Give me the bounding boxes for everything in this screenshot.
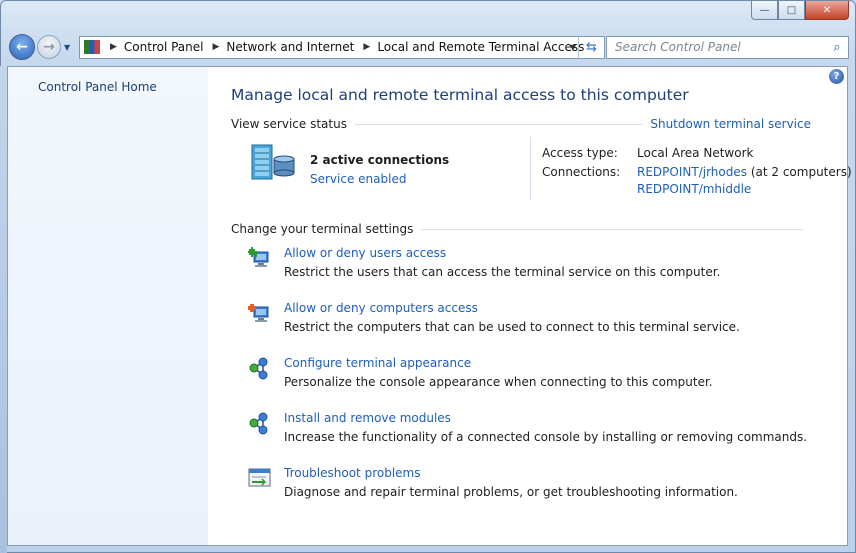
shutdown-terminal-service-link[interactable]: Shutdown terminal service xyxy=(650,117,811,131)
change-terminal-settings-label: Change your terminal settings xyxy=(231,222,414,236)
connection-link[interactable]: REDPOINT/mhiddle xyxy=(637,182,751,196)
chevron-right-icon[interactable]: ▶ xyxy=(110,42,117,52)
chevron-right-icon[interactable]: ▶ xyxy=(363,42,370,52)
service-status-panel: 2 active connections Service enabled Acc… xyxy=(230,137,852,203)
maximize-button[interactable]: □ xyxy=(778,1,805,20)
address-bar[interactable]: ▶ Control Panel ▶ Network and Internet ▶… xyxy=(79,35,605,59)
task-description: Restrict the computers that can be used … xyxy=(284,320,740,334)
network-nodes-icon xyxy=(249,412,268,435)
divider xyxy=(421,228,803,230)
task-description: Personalize the console appearance when … xyxy=(284,375,713,389)
help-icon[interactable]: ? xyxy=(829,69,844,84)
breadcrumb-control-panel[interactable]: Control Panel xyxy=(124,40,204,54)
address-dropdown-icon[interactable]: ▼ xyxy=(570,43,576,52)
page-title: Manage local and remote terminal access … xyxy=(231,86,689,104)
connection-link[interactable]: REDPOINT/jrhodes xyxy=(637,165,747,179)
computers-access-icon xyxy=(248,304,269,322)
refresh-icon[interactable]: ⇆ xyxy=(578,36,604,58)
task-troubleshoot: Troubleshoot problems Diagnose and repai… xyxy=(248,466,818,506)
chevron-right-icon[interactable]: ▶ xyxy=(213,42,220,52)
search-box[interactable]: Search Control Panel ⌕ xyxy=(606,35,849,59)
task-allow-users: Allow or deny users access Restrict the … xyxy=(248,246,818,286)
divider xyxy=(354,123,643,125)
divider xyxy=(530,137,531,200)
navigation-bar: ← → ▼ ▶ Control Panel ▶ Network and Inte… xyxy=(9,33,849,61)
connections-list: REDPOINT/jrhodes (at 2 computers) xyxy=(637,165,852,179)
troubleshoot-problems-link[interactable]: Troubleshoot problems xyxy=(284,466,420,480)
service-status-header: View service status Shutdown terminal se… xyxy=(231,117,811,131)
control-panel-home-link[interactable]: Control Panel Home xyxy=(38,80,157,94)
minimize-button[interactable]: — xyxy=(751,1,778,20)
allow-deny-computers-link[interactable]: Allow or deny computers access xyxy=(284,301,478,315)
server-icon xyxy=(251,144,295,180)
task-description: Diagnose and repair terminal problems, o… xyxy=(284,485,738,499)
task-install-modules: Install and remove modules Increase the … xyxy=(248,411,818,451)
connections-label: Connections: xyxy=(542,165,621,179)
network-nodes-icon xyxy=(249,357,268,380)
caption-buttons: — □ ✕ xyxy=(751,1,849,20)
window-border xyxy=(0,66,7,553)
active-connections-count: 2 active connections xyxy=(310,153,450,167)
troubleshoot-icon xyxy=(248,468,271,487)
configure-terminal-appearance-link[interactable]: Configure terminal appearance xyxy=(284,356,471,370)
view-service-status-label: View service status xyxy=(231,117,347,131)
task-description: Restrict the users that can access the t… xyxy=(284,265,721,279)
close-button[interactable]: ✕ xyxy=(805,1,849,20)
arrow-right-icon: → xyxy=(43,39,55,55)
breadcrumb-network-and-internet[interactable]: Network and Internet xyxy=(226,40,354,54)
access-type-label: Access type: xyxy=(542,146,618,160)
terminal-settings-header: Change your terminal settings xyxy=(231,222,811,236)
task-description: Increase the functionality of a connecte… xyxy=(284,430,808,444)
service-enabled-link[interactable]: Service enabled xyxy=(310,172,406,186)
install-remove-modules-link[interactable]: Install and remove modules xyxy=(284,411,451,425)
task-allow-computers: Allow or deny computers access Restrict … xyxy=(248,301,818,341)
recent-pages-dropdown[interactable]: ▼ xyxy=(64,43,70,52)
task-configure-appearance: Configure terminal appearance Personaliz… xyxy=(248,356,818,396)
forward-button[interactable]: → xyxy=(37,35,61,59)
allow-deny-users-link[interactable]: Allow or deny users access xyxy=(284,246,446,260)
back-button[interactable]: ← xyxy=(9,34,35,60)
search-input[interactable]: Search Control Panel xyxy=(607,40,826,54)
users-access-icon xyxy=(248,247,269,267)
search-icon[interactable]: ⌕ xyxy=(826,40,848,55)
connection-note: (at 2 computers) xyxy=(750,165,852,179)
sidebar: Control Panel Home xyxy=(8,67,208,545)
control-panel-icon xyxy=(84,40,100,54)
access-type-value: Local Area Network xyxy=(637,146,754,160)
arrow-left-icon: ← xyxy=(16,39,28,55)
breadcrumb-terminal-access[interactable]: Local and Remote Terminal Access xyxy=(377,40,584,54)
content-area: Control Panel Home ? Manage local and re… xyxy=(7,66,852,546)
